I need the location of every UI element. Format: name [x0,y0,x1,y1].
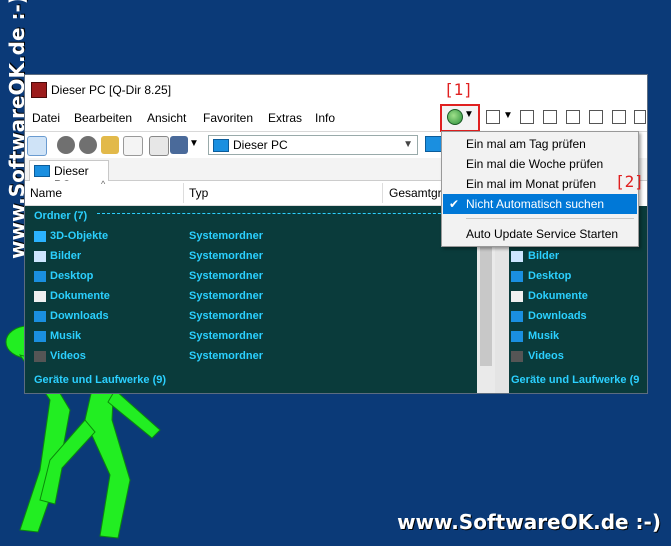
documents-icon [511,291,523,302]
documents-icon [34,291,46,302]
address-bar[interactable]: Dieser PC ▼ [208,135,418,155]
back-icon[interactable] [57,136,75,154]
layout-5-icon[interactable] [589,110,603,124]
scrollbar-thumb[interactable] [480,246,492,366]
row-downloads[interactable]: Downloads [50,310,109,322]
menu-info[interactable]: Info [315,111,335,125]
col-separator[interactable] [183,183,184,203]
layout-2-icon[interactable] [486,110,500,124]
app-icon [31,82,47,98]
right-row-desktop[interactable]: Desktop [528,270,571,282]
chevron-down-icon[interactable]: ▼ [189,138,199,149]
update-check-menu: Ein mal am Tag prüfen Ein mal die Woche … [441,131,639,247]
window-title: Dieser PC [Q-Dir 8.25] [51,83,172,97]
right-group-drives[interactable]: Geräte und Laufwerke (9 [511,374,639,386]
group-divider [97,213,471,214]
group-drives[interactable]: Geräte und Laufwerke (9) [34,374,166,386]
address-dropdown-icon[interactable]: ▼ [403,139,413,150]
downloads-icon [511,311,523,322]
chevron-down-icon[interactable]: ▼ [503,110,513,121]
desktop-icon [34,271,46,282]
group-folders[interactable]: Ordner (7) [34,210,87,222]
column-header: Name Typ Gesamtgr ^ [25,179,483,206]
desktop-icon [511,271,523,282]
layout-7-icon[interactable] [634,110,646,124]
left-file-pane: Ordner (7) 3D-Objekte Systemordner Bilde… [25,206,477,393]
right-row-bilder[interactable]: Bilder [528,250,559,262]
menu-item-monthly[interactable]: Ein mal im Monat prüfen [443,174,637,194]
row-desktop[interactable]: Desktop [50,270,93,282]
row-type: Systemordner [189,270,263,282]
layout-quad-icon[interactable] [520,110,534,124]
watermark-bottom: www.SoftwareOK.de :-) [397,510,661,534]
row-type: Systemordner [189,230,263,242]
view-grid-icon[interactable] [149,136,169,156]
col-separator[interactable] [382,183,383,203]
pictures-icon [34,251,46,262]
row-videos[interactable]: Videos [50,350,86,362]
col-size[interactable]: Gesamtgr [389,186,442,200]
col-type[interactable]: Typ [189,186,208,200]
update-check-dropdown-button[interactable]: ▼ [440,104,480,132]
menu-item-never[interactable]: ✔ Nicht Automatisch suchen [443,194,637,214]
layout-icon[interactable] [27,136,47,156]
pc-icon [34,165,50,177]
chevron-down-icon: ▼ [464,109,474,120]
title-bar: Dieser PC [Q-Dir 8.25] [25,75,647,105]
menu-item-weekly[interactable]: Ein mal die Woche prüfen [443,154,637,174]
row-dokumente[interactable]: Dokumente [50,290,110,302]
callout-2: [2] [615,172,644,191]
right-row-downloads[interactable]: Downloads [528,310,587,322]
layout-3-icon[interactable] [543,110,557,124]
sort-indicator-icon: ^ [101,179,106,189]
row-type: Systemordner [189,250,263,262]
checkmark-icon: ✔ [449,197,460,211]
row-type: Systemordner [189,290,263,302]
music-icon [511,331,523,342]
row-type: Systemordner [189,330,263,342]
menu-separator [466,218,634,219]
address-value: Dieser PC [233,138,288,152]
3d-objects-icon [34,231,46,242]
videos-icon [34,351,46,362]
row-musik[interactable]: Musik [50,330,81,342]
menu-bearbeiten[interactable]: Bearbeiten [74,111,132,125]
right-row-videos[interactable]: Videos [528,350,564,362]
row-3d-objekte[interactable]: 3D-Objekte [50,230,108,242]
mascot-arm-right [107,389,161,439]
music-icon [34,331,46,342]
menu-favoriten[interactable]: Favoriten [203,111,253,125]
menu-item-daily[interactable]: Ein mal am Tag prüfen [443,134,637,154]
menu-extras[interactable]: Extras [268,111,302,125]
layout-4-icon[interactable] [566,110,580,124]
layout-6-icon[interactable] [612,110,626,124]
new-folder-icon[interactable] [123,136,143,156]
menu-datei[interactable]: Datei [32,111,60,125]
callout-1: [1] [444,80,473,99]
view-list-icon[interactable] [170,136,188,154]
up-folder-icon[interactable] [101,136,119,154]
videos-icon [511,351,523,362]
globe-icon [447,109,463,125]
right-row-dokumente[interactable]: Dokumente [528,290,588,302]
row-type: Systemordner [189,350,263,362]
row-bilder[interactable]: Bilder [50,250,81,262]
right-row-musik[interactable]: Musik [528,330,559,342]
tab-dieser-pc[interactable]: Dieser PC [29,160,109,192]
downloads-icon [34,311,46,322]
row-type: Systemordner [189,310,263,322]
menu-item-auto-update-service[interactable]: Auto Update Service Starten [443,224,637,244]
pictures-icon [511,251,523,262]
menu-ansicht[interactable]: Ansicht [147,111,186,125]
pc-icon [213,139,229,152]
forward-icon[interactable] [79,136,97,154]
col-name[interactable]: Name [30,186,62,200]
